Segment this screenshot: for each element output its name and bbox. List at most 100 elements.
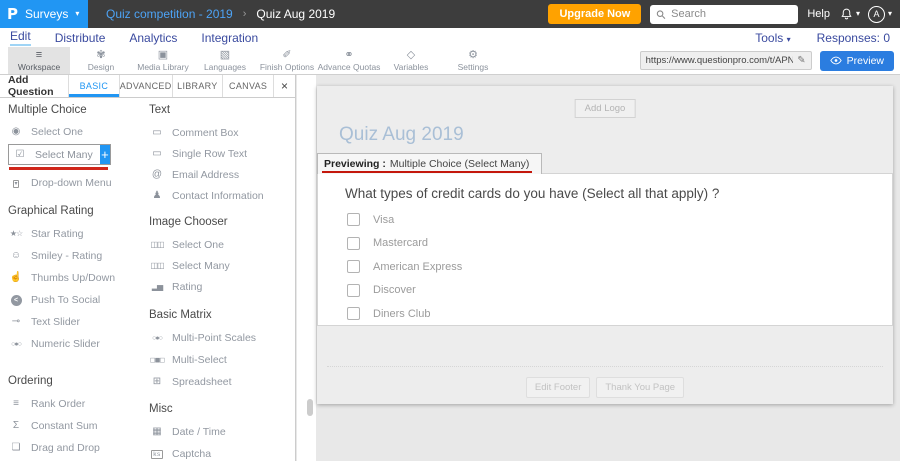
checkbox[interactable] <box>347 284 360 297</box>
survey-title[interactable]: Quiz Aug 2019 <box>339 124 464 146</box>
qtype-image-select-one[interactable]: ◫◫ Select One <box>149 234 290 255</box>
edit-pencil-icon[interactable]: ✎ <box>797 55 805 66</box>
textfield-icon: ▭ <box>149 149 165 159</box>
qtype-contact-information[interactable]: ♟ Contact Information <box>149 185 290 206</box>
tool-languages[interactable]: ▧ Languages <box>194 47 256 74</box>
list-icon: ≡ <box>8 399 24 409</box>
qtype-image-select-many[interactable]: ◫◫ Select Many <box>149 255 290 276</box>
tool-workspace[interactable]: ≡ Workspace <box>8 47 70 74</box>
qtype-star-rating[interactable]: ★☆ Star Rating <box>8 223 149 245</box>
qtype-date-time[interactable]: ▦ Date / Time <box>149 421 290 443</box>
tool-design[interactable]: ✾ Design <box>70 47 132 74</box>
qtype-dropdown-menu[interactable]: ▾ Drop-down Menu <box>8 173 149 193</box>
search-input[interactable] <box>671 8 792 20</box>
qtype-spreadsheet[interactable]: ⊞ Spreadsheet <box>149 371 290 393</box>
main-nav: Edit Distribute Analytics Integration To… <box>0 28 900 47</box>
qtype-smiley-rating[interactable]: ☺ Smiley - Rating <box>8 245 149 267</box>
qtype-drag-and-drop[interactable]: ❏ Drag and Drop <box>8 437 149 459</box>
checkbox[interactable] <box>347 237 360 250</box>
captcha-icon: ks <box>151 450 163 459</box>
help-link[interactable]: Help <box>807 8 830 20</box>
qtype-captcha[interactable]: ks Captcha <box>149 443 290 461</box>
edit-footer-button[interactable]: Edit Footer <box>526 377 590 398</box>
preview-button[interactable]: Preview <box>820 51 894 71</box>
preview-button-label: Preview <box>847 55 884 67</box>
qtype-thumbs-up-down[interactable]: ☝ Thumbs Up/Down <box>8 267 149 289</box>
nav-item-distribute[interactable]: Distribute <box>55 31 106 45</box>
qtype-label: Select Many <box>172 260 230 272</box>
surveys-menu[interactable]: P Surveys ▾ <box>0 0 88 28</box>
nav-item-integration[interactable]: Integration <box>201 31 258 45</box>
upgrade-now-button[interactable]: Upgrade Now <box>548 4 641 24</box>
qtype-label: Numeric Slider <box>31 338 100 350</box>
chevron-down-icon: ▾ <box>787 35 791 44</box>
multi-select-icon: ◻◼◻ <box>149 357 165 364</box>
section-heading-graphical-rating: Graphical Rating <box>8 205 149 223</box>
qtype-label: Single Row Text <box>172 148 247 160</box>
question-text[interactable]: What types of credit cards do you have (… <box>345 186 892 201</box>
nav-item-edit[interactable]: Edit <box>10 29 31 46</box>
survey-url: https://www.questionpro.com/t/APNrFZ <box>646 55 794 66</box>
qtype-constant-sum[interactable]: Σ Constant Sum <box>8 415 149 437</box>
workspace: Add Logo Quiz Aug 2019 Previewing : Mult… <box>316 75 900 461</box>
search-icon <box>656 9 666 20</box>
qtype-select-many[interactable]: ☑ Select Many + <box>8 144 111 165</box>
tab-library[interactable]: LIBRARY <box>172 75 223 97</box>
survey-preview-panel: Add Logo Quiz Aug 2019 Previewing : Mult… <box>317 86 893 404</box>
qtype-image-rating[interactable]: ▂▅ Rating <box>149 276 290 297</box>
tab-advanced[interactable]: ADVANCED <box>119 75 172 97</box>
qtype-label: Multi-Select <box>172 354 227 366</box>
tool-finish-options[interactable]: ✐ Finish Options <box>256 47 318 74</box>
breadcrumb-current: Quiz Aug 2019 <box>256 7 335 21</box>
tab-basic[interactable]: BASIC <box>68 75 119 97</box>
magic-wand-icon: ✐ <box>282 49 291 61</box>
qtype-single-row-text[interactable]: ▭ Single Row Text <box>149 143 290 164</box>
account-menu[interactable]: A ▾ <box>868 6 892 23</box>
notifications-menu[interactable]: ▾ <box>840 7 860 21</box>
tab-canvas[interactable]: CANVAS <box>222 75 273 97</box>
qtype-rank-order[interactable]: ≡ Rank Order <box>8 393 149 415</box>
option-row: American Express <box>347 255 892 279</box>
qtype-multi-select[interactable]: ◻◼◻ Multi-Select <box>149 349 290 371</box>
qtype-select-one[interactable]: ◉ Select One <box>8 122 149 142</box>
section-heading-text: Text <box>149 104 290 122</box>
radio-stack-icon: ◉ <box>8 127 24 137</box>
survey-url-field[interactable]: https://www.questionpro.com/t/APNrFZ ✎ <box>640 51 812 70</box>
tool-variables[interactable]: ◇ Variables <box>380 47 442 74</box>
qtype-label: Drop-down Menu <box>31 177 112 189</box>
tool-advance-quotas[interactable]: ⚭ Advance Quotas <box>318 47 380 74</box>
add-question-type-button[interactable]: + <box>100 145 110 164</box>
thank-you-page-button[interactable]: Thank You Page <box>596 377 684 398</box>
avatar: A <box>868 6 885 23</box>
survey-toolbar: ≡ Workspace ✾ Design ▣ Media Library ▧ L… <box>0 47 900 75</box>
checkbox[interactable] <box>347 213 360 226</box>
tool-label: Advance Quotas <box>318 62 381 72</box>
search-box[interactable] <box>650 5 798 24</box>
qtype-label: Drag and Drop <box>31 442 100 454</box>
nav-item-analytics[interactable]: Analytics <box>129 31 177 45</box>
tool-media-library[interactable]: ▣ Media Library <box>132 47 194 74</box>
qtype-email-address[interactable]: @ Email Address <box>149 164 290 185</box>
qtype-push-to-social[interactable]: < Push To Social <box>8 289 149 311</box>
tool-settings[interactable]: ⚙ Settings <box>442 47 504 74</box>
close-icon[interactable]: × <box>273 75 295 97</box>
qtype-text-slider[interactable]: ⊸ Text Slider <box>8 311 149 333</box>
add-question-panel: Add Question BASIC ADVANCED LIBRARY CANV… <box>0 75 296 461</box>
scrollbar-thumb[interactable] <box>307 399 313 416</box>
checkbox[interactable] <box>347 260 360 273</box>
questionpro-logo-icon: P <box>7 5 18 23</box>
qtype-comment-box[interactable]: ▭ Comment Box <box>149 122 290 143</box>
qtype-numeric-slider[interactable]: ○●○ Numeric Slider <box>8 333 149 355</box>
chain-links-icon: ⚭ <box>344 49 353 61</box>
option-label: American Express <box>373 261 462 273</box>
add-logo-button[interactable]: Add Logo <box>575 99 636 118</box>
smiley-icon: ☺ <box>8 251 24 261</box>
responses-count[interactable]: Responses: 0 <box>817 31 890 45</box>
tools-menu[interactable]: Tools ▾ <box>755 31 790 45</box>
scale-points-icon: ○●○ <box>149 335 165 342</box>
breadcrumb-parent[interactable]: Quiz competition - 2019 <box>106 7 233 21</box>
option-row: Mastercard <box>347 232 892 256</box>
checkbox[interactable] <box>347 307 360 320</box>
thumb-icon: ☝ <box>8 273 24 283</box>
qtype-multi-point-scales[interactable]: ○●○ Multi-Point Scales <box>149 327 290 349</box>
